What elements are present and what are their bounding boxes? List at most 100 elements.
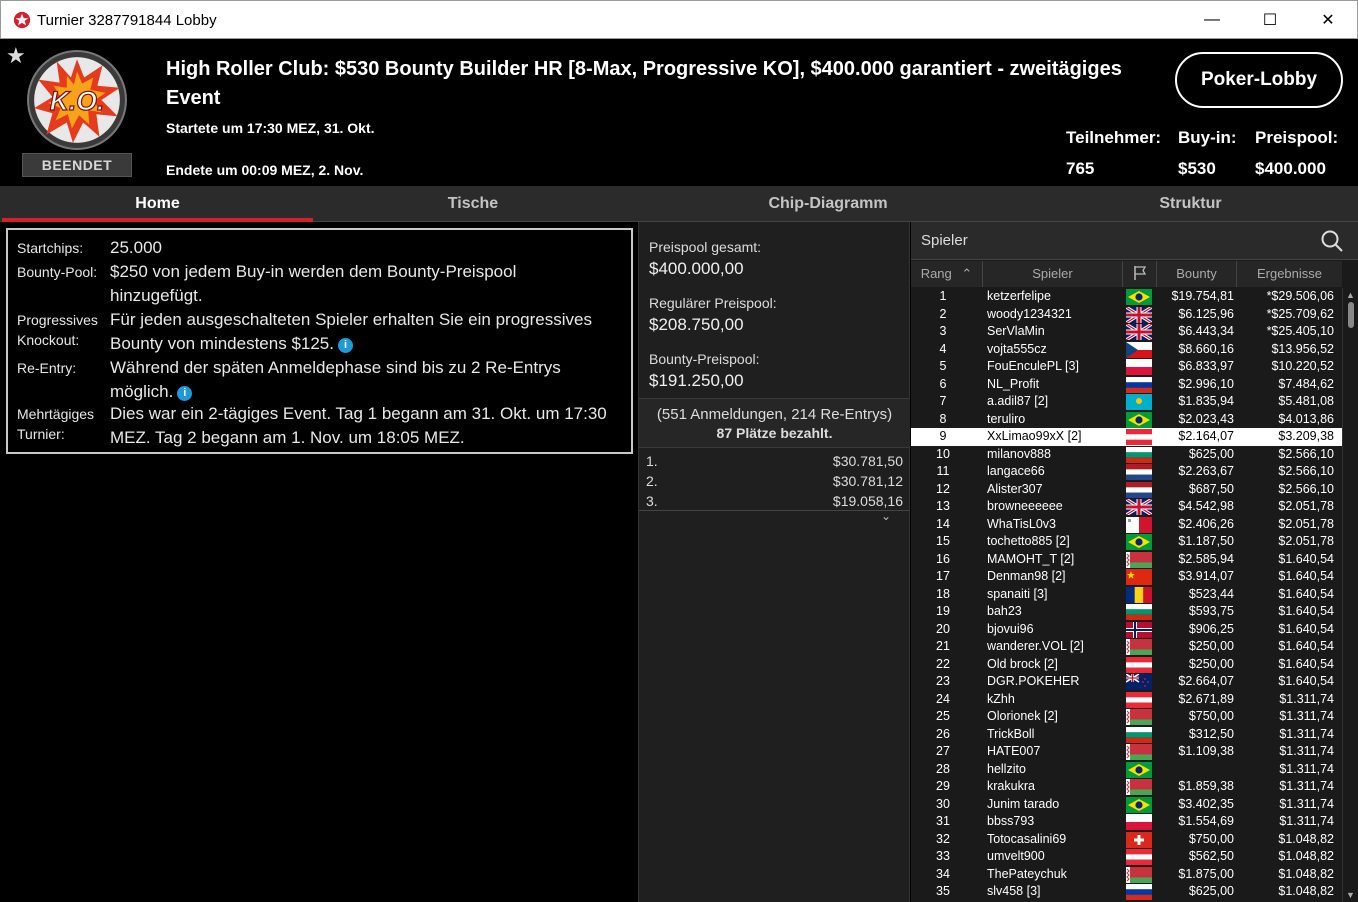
player-bounty: $750,00: [1188, 709, 1234, 723]
player-row[interactable]: 25 Olorionek [2] $750,00 $1.311,74: [911, 708, 1342, 726]
player-row[interactable]: 19 bah23 $593,75 $1.640,54: [911, 603, 1342, 621]
player-row[interactable]: 21 wanderer.VOL [2] $250,00 $1.640,54: [911, 638, 1342, 656]
player-row[interactable]: 20 bjovui96 $906,25 $1.640,54: [911, 621, 1342, 639]
player-row[interactable]: 27 HATE007 $1.109,38 $1.311,74: [911, 743, 1342, 761]
favorite-star-icon[interactable]: ★: [6, 43, 26, 69]
player-name: woody1234321: [987, 306, 1072, 321]
scroll-down-icon[interactable]: ▼: [1346, 890, 1355, 900]
player-row[interactable]: 24 kZhh $2.671,89 $1.311,74: [911, 691, 1342, 709]
player-row[interactable]: 23 DGR.POKEHER $2.664,07 $1.640,54: [911, 673, 1342, 691]
reentry-info-icon[interactable]: i: [177, 386, 193, 401]
player-bounty: $1.859,38: [1178, 779, 1234, 793]
player-rank: 26: [936, 726, 950, 741]
player-row[interactable]: 30 Junim tarado $3.402,35 $1.311,74: [911, 796, 1342, 814]
player-row[interactable]: 8 teruliro $2.023,43 $4.013,86: [911, 411, 1342, 429]
pko-label-line-2: Knockout:: [17, 332, 80, 348]
pko-line-2: Bounty von mindestens $125.: [110, 334, 334, 353]
player-row[interactable]: 9 XxLimao99xX [2] $2.164,07 $3.209,38: [911, 428, 1342, 446]
total-prizepool-label: Preispool gesamt:: [649, 239, 762, 255]
player-row[interactable]: 1 ketzerfelipe $19.754,81 *$29.506,06: [911, 288, 1342, 306]
maximize-button[interactable]: ☐: [1241, 1, 1299, 39]
player-result: $1.311,74: [1279, 726, 1334, 741]
column-player[interactable]: Spieler: [983, 261, 1123, 287]
player-row[interactable]: 3 SerVlaMin $6.443,34 *$25.405,10: [911, 323, 1342, 341]
player-row[interactable]: 13 browneeeeee $4.542,98 $2.051,78: [911, 498, 1342, 516]
multiday-line-1: Dies war ein 2-tägiges Event. Tag 1 bega…: [110, 404, 607, 423]
player-row[interactable]: 4 vojta555cz $8.660,16 $13.956,52: [911, 341, 1342, 359]
payout-rank: 2.: [646, 473, 658, 489]
player-row[interactable]: 26 TrickBoll $312,50 $1.311,74: [911, 726, 1342, 744]
player-name: HATE007: [987, 744, 1041, 758]
player-name: NL_Profit: [987, 376, 1040, 391]
player-row[interactable]: 14 WhaTisL0v3 $2.406,26 $2.051,78: [911, 516, 1342, 534]
scroll-up-icon[interactable]: ▲: [1346, 290, 1355, 300]
player-rank: 4: [939, 341, 947, 356]
player-result: $2.051,78: [1278, 534, 1334, 548]
column-country[interactable]: [1123, 261, 1157, 287]
player-rank: 8: [939, 411, 947, 426]
bounty-pool-line-2: hinzugefügt.: [110, 286, 203, 305]
tab-structure[interactable]: Struktur: [1023, 186, 1358, 222]
window-titlebar: Turnier 3287791844 Lobby — ☐ ✕: [0, 0, 1358, 39]
player-row[interactable]: 22 Old brock [2] $250,00 $1.640,54: [911, 656, 1342, 674]
player-row[interactable]: 17 Denman98 [2] $3.914,07 $1.640,54: [911, 568, 1342, 586]
search-icon[interactable]: [1320, 229, 1344, 253]
player-row[interactable]: 16 MAMOHT_T [2] $2.585,94 $1.640,54: [911, 551, 1342, 569]
player-row[interactable]: 5 FouEnculePL [3] $6.833,97 $10.220,52: [911, 358, 1342, 376]
poker-lobby-button[interactable]: Poker-Lobby: [1175, 52, 1343, 108]
player-row[interactable]: 31 bbss793 $1.554,69 $1.311,74: [911, 813, 1342, 831]
player-row[interactable]: 7 a.adil87 [2] $1.835,94 $5.481,08: [911, 393, 1342, 411]
bounty-pool-line-1: $250 von jedem Buy-in werden dem Bounty-…: [110, 262, 517, 281]
cz-flag-icon: [1126, 341, 1152, 358]
player-row[interactable]: 15 tochetto885 [2] $1.187,50 $2.051,78: [911, 533, 1342, 551]
column-rank[interactable]: Rang ⌃: [911, 261, 983, 287]
player-result: $1.640,54: [1278, 674, 1334, 688]
registration-summary: (551 Anmeldungen, 214 Re-Entrys) 87 Plät…: [639, 398, 910, 448]
column-bounty[interactable]: Bounty: [1157, 261, 1237, 287]
player-bounty: $750,00: [1188, 831, 1234, 846]
player-row[interactable]: 18 spanaiti [3] $523,44 $1.640,54: [911, 586, 1342, 604]
player-result: $1.640,54: [1278, 656, 1334, 671]
reentry-line-1: Während der späten Anmeldephase sind bis…: [110, 358, 561, 377]
player-row[interactable]: 29 krakukra $1.859,38 $1.311,74: [911, 778, 1342, 796]
player-row[interactable]: 33 umvelt900 $562,50 $1.048,82: [911, 848, 1342, 866]
tab-chip-chart[interactable]: Chip-Diagramm: [633, 186, 1023, 222]
minimize-button[interactable]: —: [1183, 1, 1241, 39]
player-bounty: $250,00: [1188, 656, 1234, 671]
at-flag-icon: [1126, 429, 1152, 445]
no-flag-icon: [1126, 621, 1152, 638]
player-name: kZhh: [987, 691, 1015, 706]
player-row[interactable]: 12 Alister307 $687,50 $2.566,10: [911, 481, 1342, 499]
player-bounty: $4.542,98: [1178, 499, 1234, 513]
player-rank: 6: [939, 376, 947, 391]
gb-flag-icon: [1126, 324, 1152, 340]
close-button[interactable]: ✕: [1299, 1, 1357, 39]
column-results[interactable]: Ergebnisse: [1237, 261, 1342, 287]
player-row[interactable]: 28 hellzito $1.311,74: [911, 761, 1342, 779]
player-row[interactable]: 35 slv458 [3] $625,00 $1.048,82: [911, 883, 1342, 901]
player-row[interactable]: 11 langace66 $2.263,67 $2.566,10: [911, 463, 1342, 481]
player-rank: 24: [936, 691, 950, 706]
player-search-bar[interactable]: Spieler: [911, 222, 1358, 260]
tab-tables[interactable]: Tische: [313, 186, 633, 222]
scroll-thumb[interactable]: [1348, 302, 1354, 328]
tab-home[interactable]: Home: [2, 186, 313, 222]
player-row[interactable]: 2 woody1234321 $6.125,96 *$25.709,62: [911, 306, 1342, 324]
player-row[interactable]: 32 Totocasalini69 $750,00 $1.048,82: [911, 831, 1342, 849]
br-flag-icon: [1126, 289, 1152, 305]
mt-flag-icon: [1126, 516, 1152, 533]
player-bounty: $1.187,50: [1178, 534, 1234, 548]
paid-places: 87 Plätze bezahlt.: [716, 425, 833, 441]
chevron-down-icon[interactable]: ⌄: [881, 509, 891, 523]
bounty-pool-text: $250 von jedem Buy-in werden dem Bounty-…: [110, 260, 625, 308]
pko-info-icon[interactable]: i: [337, 338, 353, 353]
ch-flag-icon: [1126, 831, 1152, 848]
player-row[interactable]: 6 NL_Profit $2.996,10 $7.484,62: [911, 376, 1342, 394]
player-row[interactable]: 10 milanov888 $625,00 $2.566,10: [911, 446, 1342, 464]
pko-label: Progressives Knockout:: [17, 310, 98, 350]
player-list-scrollbar[interactable]: ▲ ▼: [1342, 288, 1358, 902]
player-row[interactable]: 34 ThePateychuk $1.875,00 $1.048,82: [911, 866, 1342, 884]
player-result: $1.048,82: [1278, 849, 1334, 863]
reentry-line-2: möglich.: [110, 382, 174, 401]
player-result: $2.566,10: [1278, 464, 1334, 478]
